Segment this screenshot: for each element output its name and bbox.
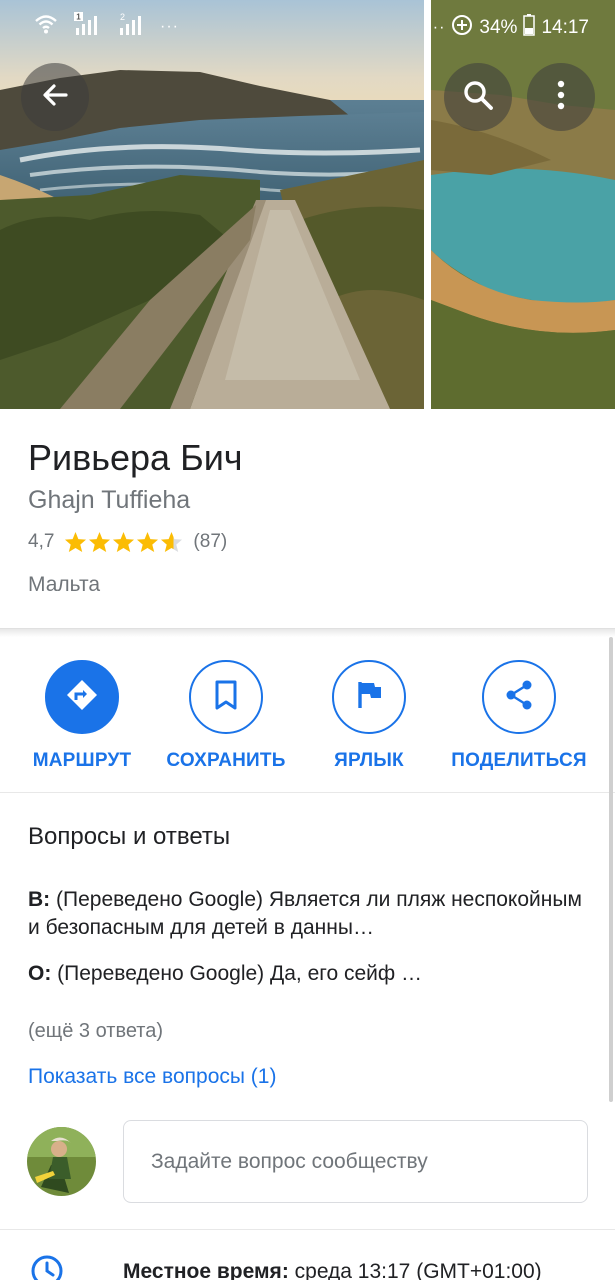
answer-prefix: О: — [28, 962, 52, 985]
wifi-icon — [34, 13, 58, 41]
star-half-icon — [161, 531, 183, 553]
sim1-number: 1 — [76, 13, 81, 22]
answer-text: (Переведено Google) Да, его сейф … — [51, 962, 422, 985]
section-divider — [0, 629, 615, 637]
place-photo-main[interactable] — [0, 0, 424, 409]
place-photo-secondary[interactable] — [431, 0, 615, 409]
status-left-dots: ··· — [160, 18, 179, 35]
question-prefix: В: — [28, 888, 51, 911]
photo-gallery[interactable] — [0, 0, 615, 409]
directions-button-circle[interactable] — [45, 660, 119, 734]
flag-icon — [355, 680, 383, 715]
search-button[interactable] — [444, 63, 512, 131]
place-header-card: Ривьера Бич Ghajn Tuffieha 4,7 (87) Маль… — [0, 409, 615, 629]
signal-sim1-icon: 1 — [72, 12, 102, 42]
label-label: ЯРЛЫК — [334, 750, 404, 771]
signal-sim2-icon: 2 — [116, 12, 146, 42]
share-button-circle[interactable] — [482, 660, 556, 734]
more-vert-icon — [556, 80, 566, 115]
save-button[interactable]: СОХРАНИТЬ — [151, 660, 301, 772]
status-time: 14:17 — [541, 17, 589, 38]
share-label: ПОДЕЛИТЬСЯ — [451, 750, 587, 771]
qa-answer[interactable]: О: (Переведено Google) Да, его сейф … — [28, 960, 593, 988]
local-time-value: среда 13:17 (GMT+01:00) — [288, 1260, 542, 1280]
rating-row[interactable]: 4,7 (87) — [28, 531, 227, 553]
battery-icon — [523, 14, 536, 42]
star-icon — [113, 531, 135, 553]
battery-percent: 34% — [479, 17, 518, 38]
show-all-questions-link[interactable]: Показать все вопросы (1) — [28, 1065, 276, 1089]
back-button[interactable] — [21, 63, 89, 131]
label-button[interactable]: ЯРЛЫК — [294, 660, 444, 772]
place-country: Мальта — [28, 573, 101, 596]
ask-question-input[interactable]: Задайте вопрос сообществу — [123, 1120, 588, 1203]
save-label: СОХРАНИТЬ — [166, 750, 286, 771]
scrollbar[interactable] — [609, 637, 613, 1102]
data-saver-icon — [451, 14, 473, 42]
star-icon — [89, 531, 111, 553]
directions-label: МАРШРУТ — [32, 750, 132, 771]
star-icon — [137, 531, 159, 553]
qa-section-title: Вопросы и ответы — [28, 823, 231, 850]
place-subtitle: Ghajn Tuffieha — [28, 486, 191, 514]
rating-value: 4,7 — [28, 531, 55, 552]
question-text: (Переведено Google) Является ли пляж нес… — [28, 888, 582, 939]
more-options-button[interactable] — [527, 63, 595, 131]
label-button-circle[interactable] — [332, 660, 406, 734]
info-divider — [0, 1229, 615, 1230]
share-button[interactable]: ПОДЕЛИТЬСЯ — [444, 660, 594, 772]
place-title: Ривьера Бич — [28, 437, 243, 478]
status-bar: 1 2 ··· ··· 34% 14:17 — [0, 0, 615, 50]
search-icon — [461, 78, 495, 117]
sim2-number: 2 — [120, 12, 125, 22]
questions-answers-section: Вопросы и ответы В: (Переведено Google) … — [0, 793, 615, 1229]
status-left: 1 2 ··· — [34, 12, 179, 42]
clock-icon — [30, 1254, 64, 1280]
directions-button[interactable]: МАРШРУТ — [7, 660, 157, 772]
directions-icon — [65, 678, 99, 717]
qa-question[interactable]: В: (Переведено Google) Является ли пляж … — [28, 886, 593, 942]
avatar — [27, 1127, 96, 1196]
status-right-dots: ··· — [426, 19, 446, 36]
review-count: (87) — [193, 531, 228, 552]
status-right: ··· 34% 14:17 — [426, 14, 589, 42]
arrow-left-icon — [39, 79, 71, 116]
local-time-row: Местное время: среда 13:17 (GMT+01:00) — [123, 1260, 542, 1280]
star-icon — [65, 531, 87, 553]
save-button-circle[interactable] — [189, 660, 263, 734]
share-icon — [503, 679, 535, 716]
action-buttons-row: МАРШРУТ СОХРАНИТЬ ЯРЛЫК ПОДЕЛИТЬСЯ — [0, 637, 615, 793]
local-time-label: Местное время: — [123, 1260, 289, 1280]
more-answers-count[interactable]: (ещё 3 ответа) — [28, 1020, 163, 1043]
bookmark-icon — [213, 679, 239, 716]
rating-stars — [64, 531, 183, 553]
